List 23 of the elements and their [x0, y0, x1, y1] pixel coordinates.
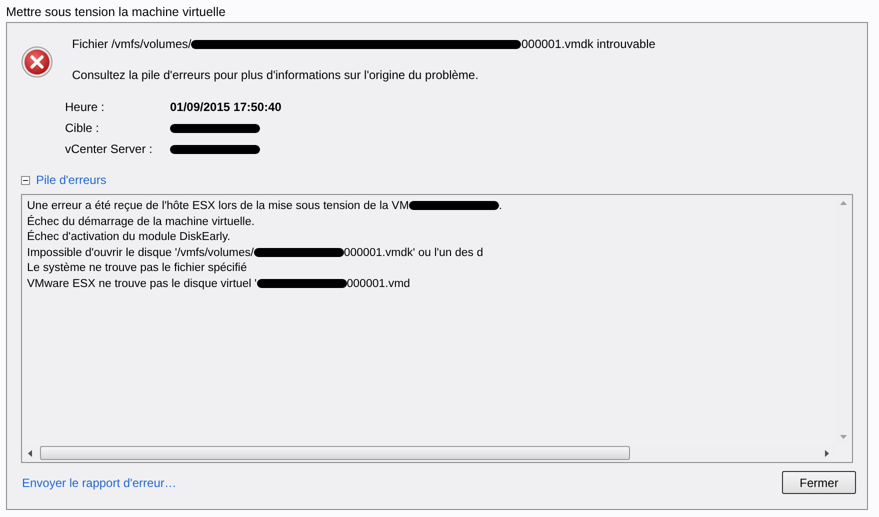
window-title: Mettre sous tension la machine virtuelle [5, 4, 227, 21]
scroll-up-icon[interactable] [840, 201, 847, 205]
report-link[interactable]: Envoyer le rapport d'erreur… [22, 474, 176, 492]
detail-value: 01/09/2015 17:50:40 [170, 99, 282, 115]
error-icon [21, 46, 53, 78]
section-label: Pile d'erreurs [36, 172, 106, 189]
detail-label: Cible : [65, 120, 100, 136]
scroll-down-icon[interactable] [840, 435, 847, 439]
collapse-toggle[interactable] [21, 176, 30, 184]
error-message: Fichier /vmfs/volumes/ 000001.vmdk introuvable [72, 36, 656, 52]
detail-label: Heure : [65, 99, 106, 115]
stack-line: Le système ne trouve pas le fichier spécifié [27, 261, 248, 276]
scrollbar-thumb[interactable] [40, 446, 630, 460]
scroll-left-icon[interactable] [28, 450, 32, 457]
stack-line: Une erreur a été reçue de l'hôte ESX lors de la mise sous tension de la VM . [27, 199, 504, 214]
stack-line: Échec du démarrage de la machine virtuelle. [27, 214, 256, 230]
close-button[interactable]: Fermer [782, 471, 856, 494]
stack-line: Impossible d'ouvrir le disque '/vmfs/volumes/ 000001.vmdk' ou l'un des d [27, 246, 484, 260]
scroll-right-icon[interactable] [825, 450, 829, 457]
detail-label: vCenter Server : [65, 141, 154, 157]
stack-line: Échec d'activation du module DiskEarly. [27, 230, 232, 245]
hint-text: Consultez la pile d'erreurs pour plus d'informations sur l'origine du problème. [72, 67, 480, 84]
stack-line: VMware ESX ne trouve pas le disque virtuel ' 000001.vmd [27, 276, 412, 292]
